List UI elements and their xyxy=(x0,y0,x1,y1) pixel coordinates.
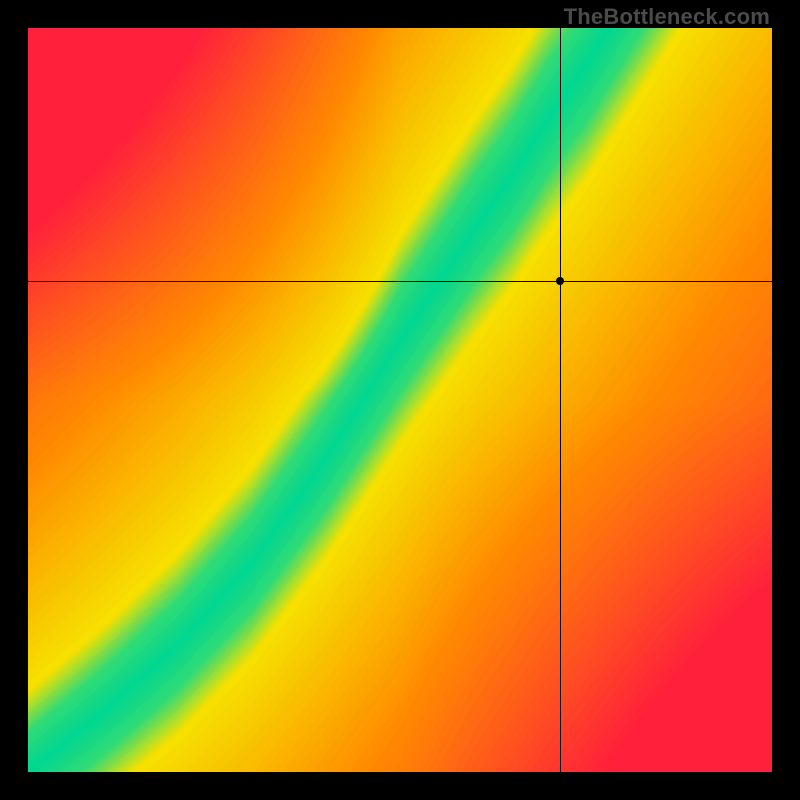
credit-label: TheBottleneck.com xyxy=(564,4,770,30)
heatmap-canvas xyxy=(28,28,772,772)
crosshair-vertical xyxy=(560,28,561,772)
marker-dot xyxy=(556,277,564,285)
chart-frame: TheBottleneck.com xyxy=(0,0,800,800)
crosshair-horizontal xyxy=(28,281,772,282)
plot-area xyxy=(28,28,772,772)
